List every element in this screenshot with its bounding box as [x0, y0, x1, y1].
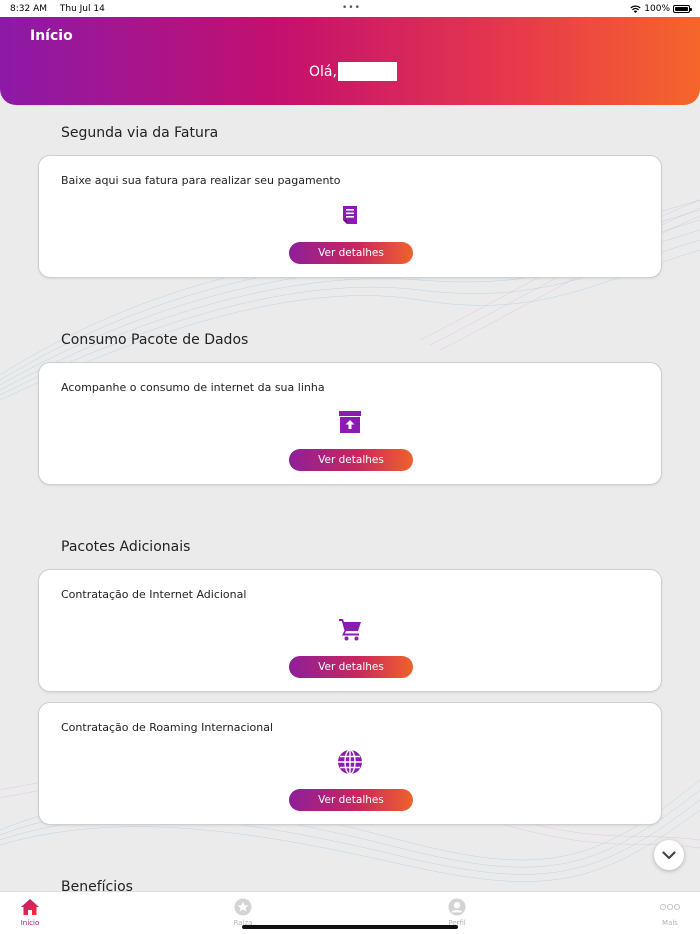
ver-detalhes-roaming-button[interactable]: Ver detalhes	[289, 789, 413, 811]
section-title-fatura: Segunda via da Fatura	[61, 125, 219, 141]
card-fatura[interactable]: Baixe aqui sua fatura para realizar seu …	[38, 155, 662, 278]
wifi-icon	[630, 5, 641, 13]
tab-label: Mais	[662, 919, 678, 927]
status-time: 8:32 AM	[10, 3, 47, 14]
home-icon	[21, 899, 39, 915]
ver-detalhes-consumo-button[interactable]: Ver detalhes	[289, 449, 413, 471]
card-internet-adicional[interactable]: Contratação de Internet Adicional Ver de…	[38, 569, 662, 692]
invoice-icon	[337, 202, 363, 228]
scroll-down-button[interactable]	[654, 840, 684, 870]
status-bar: 8:32 AM Thu Jul 14 ••• 100%	[0, 0, 700, 17]
section-title-consumo: Consumo Pacote de Dados	[61, 332, 249, 348]
card-description: Baixe aqui sua fatura para realizar seu …	[61, 174, 341, 187]
header-banner: Início Olá,	[0, 17, 700, 105]
greeting: Olá,	[309, 62, 397, 81]
box-upload-icon	[337, 409, 363, 435]
section-title-pacotes: Pacotes Adicionais	[61, 539, 191, 555]
status-date: Thu Jul 14	[59, 3, 105, 14]
card-consumo[interactable]: Acompanhe o consumo de internet da sua l…	[38, 362, 662, 485]
card-roaming[interactable]: Contratação de Roaming Internacional Ver…	[38, 702, 662, 825]
card-description: Contratação de Roaming Internacional	[61, 721, 274, 734]
globe-icon	[337, 749, 363, 775]
tab-mais[interactable]: Mais	[640, 898, 700, 927]
star-icon	[234, 898, 252, 916]
card-description: Acompanhe o consumo de internet da sua l…	[61, 381, 325, 394]
battery-icon	[673, 4, 692, 13]
tab-perfil[interactable]: Perfil	[427, 898, 487, 927]
tab-label: Início	[20, 919, 40, 927]
tab-inicio[interactable]: Início	[0, 898, 60, 927]
cart-icon	[337, 616, 363, 642]
page-title: Início	[30, 28, 73, 44]
ver-detalhes-internet-button[interactable]: Ver detalhes	[289, 656, 413, 678]
profile-icon	[448, 898, 466, 916]
ver-detalhes-fatura-button[interactable]: Ver detalhes	[289, 242, 413, 264]
card-description: Contratação de Internet Adicional	[61, 588, 247, 601]
redacted-user-name	[337, 62, 397, 81]
home-content[interactable]: Segunda via da Fatura Baixe aqui sua fat…	[0, 105, 700, 892]
greeting-text: Olá,	[309, 63, 337, 80]
tab-raiza[interactable]: Raiza	[213, 898, 273, 927]
home-indicator	[242, 925, 458, 929]
more-icon	[659, 903, 681, 911]
battery-percentage: 100%	[644, 3, 670, 14]
bottom-tab-bar: Início Raiza Perfil Mais	[0, 891, 700, 934]
chevron-down-icon	[662, 850, 676, 859]
multitask-dots-icon[interactable]: •••	[342, 3, 361, 13]
